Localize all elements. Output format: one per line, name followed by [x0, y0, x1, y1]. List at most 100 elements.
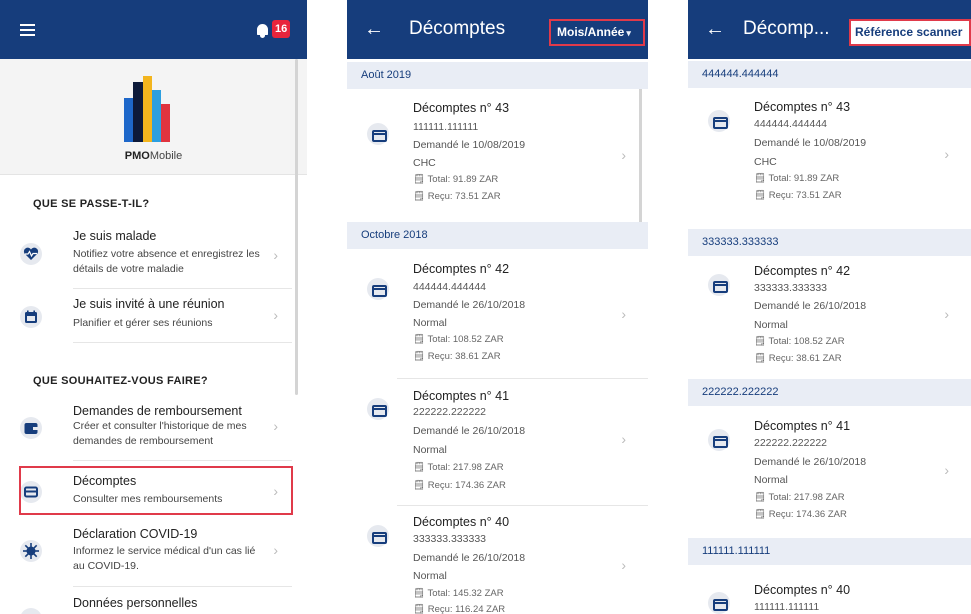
decompte-entry[interactable]: Décomptes n° 40 111111.111111 — [688, 583, 971, 614]
entry-date: Demandé le 26/10/2018 — [413, 552, 526, 564]
group-header: 444444.444444 — [688, 61, 971, 88]
receipt-icon: 🗒 — [413, 334, 428, 345]
month-year-filter-button[interactable]: Mois/Année ▾ — [549, 19, 645, 46]
decompte-entry[interactable]: Décomptes n° 41 222222.222222 Demandé le… — [347, 389, 648, 499]
menu-item-title: Je suis invité à une réunion — [73, 297, 225, 311]
decomptes-by-month-screen: ← Décomptes Mois/Année ▾ Août 2019 Décomp… — [347, 0, 648, 614]
card-icon — [708, 110, 730, 132]
menu-item-reimbursement-requests[interactable]: Demandes de remboursement Créer et consu… — [20, 404, 292, 454]
page-title: Décomptes — [409, 18, 506, 39]
calendar-icon — [20, 306, 42, 328]
card-icon — [708, 592, 730, 614]
scanner-reference-filter-button[interactable]: Référence scanner — [849, 19, 971, 46]
entry-received: 🗒 Reçu: 116.24 ZAR — [413, 604, 506, 614]
menu-item-title: Données personnelles — [73, 596, 198, 610]
entry-title: Décomptes n° 41 — [754, 419, 851, 433]
entry-received: 🗒 Reçu: 38.61 ZAR — [413, 351, 501, 362]
decomptes-app-bar: ← Décomp... Référence scanner — [688, 0, 971, 59]
card-icon — [367, 398, 389, 420]
entry-date: Demandé le 26/10/2018 — [754, 300, 867, 312]
entry-type: Normal — [413, 444, 447, 456]
decompte-entry[interactable]: Décomptes n° 41 222222.222222 Demandé le… — [688, 419, 971, 529]
receipt-icon: 🗒 — [413, 480, 428, 491]
decompte-entry[interactable]: Décomptes n° 43 444444.444444 Demandé le… — [688, 100, 971, 210]
home-app-bar: 16 — [0, 0, 307, 59]
divider — [397, 378, 648, 379]
notification-badge[interactable]: 16 — [272, 20, 291, 38]
group-header: Octobre 2018 — [347, 222, 648, 249]
chevron-right-icon: › — [621, 431, 626, 447]
highlight-box — [19, 466, 293, 515]
decomptes-by-reference-screen: ← Décomp... Référence scanner 444444.444… — [688, 0, 971, 614]
entry-date: Demandé le 26/10/2018 — [754, 456, 867, 468]
entry-total: 🗒 Total: 108.52 ZAR — [754, 336, 845, 347]
back-arrow-icon[interactable]: ← — [705, 17, 725, 41]
pmo-logo-graphic — [124, 76, 170, 142]
hamburger-menu-icon[interactable] — [20, 24, 35, 36]
chevron-right-icon: › — [273, 418, 278, 434]
receipt-icon: 🗒 — [413, 351, 428, 362]
menu-item-sick[interactable]: Je suis malade Notifiez votre absence et… — [20, 229, 292, 279]
decompte-entry[interactable]: Décomptes n° 43 111111.111111 Demandé le… — [347, 101, 648, 211]
chevron-right-icon: › — [273, 247, 278, 263]
decompte-entry[interactable]: Décomptes n° 42 444444.444444 Demandé le… — [347, 262, 648, 372]
entry-reference: 444444.444444 — [754, 118, 827, 130]
menu-item-title: Je suis malade — [73, 229, 157, 243]
menu-item-meeting[interactable]: Je suis invité à une réunion Planifier e… — [20, 297, 292, 333]
divider — [73, 342, 292, 343]
decompte-entry[interactable]: Décomptes n° 42 333333.333333 Demandé le… — [688, 264, 971, 374]
card-icon — [367, 278, 389, 300]
pmo-logo-text: PMOMobile — [124, 150, 183, 162]
pmo-logo-area: PMOMobile — [0, 59, 307, 175]
entry-total: 🗒 Total: 217.98 ZAR — [754, 492, 845, 503]
entry-date: Demandé le 26/10/2018 — [413, 299, 526, 311]
divider — [397, 505, 648, 506]
group-header: Août 2019 — [347, 62, 648, 89]
menu-item-subtitle: Informez le service médical d'un cas lié… — [73, 545, 256, 572]
section-title-actions: QUE SOUHAITEZ-VOUS FAIRE? — [33, 375, 208, 387]
entry-title: Décomptes n° 43 — [413, 101, 510, 115]
bell-icon[interactable] — [257, 24, 268, 38]
entry-type: Normal — [413, 570, 447, 582]
entry-total: 🗒 Total: 217.98 ZAR — [413, 462, 504, 473]
entry-title: Décomptes n° 42 — [413, 262, 510, 276]
entry-title: Décomptes n° 40 — [754, 583, 851, 597]
entry-date: Demandé le 10/08/2019 — [413, 139, 526, 151]
menu-item-personal-data[interactable]: Données personnelles — [20, 596, 292, 614]
menu-item-subtitle: Planifier et gérer ses réunions — [73, 317, 213, 329]
entry-total: 🗒 Total: 145.32 ZAR — [413, 588, 504, 599]
group-header: 333333.333333 — [688, 229, 971, 256]
entry-total: 🗒 Total: 91.89 ZAR — [754, 173, 840, 184]
page-title: Décomp... — [743, 18, 830, 39]
entry-reference: 111111.111111 — [754, 601, 820, 613]
receipt-icon: 🗒 — [754, 336, 769, 347]
entry-reference: 222222.222222 — [754, 437, 827, 449]
entry-reference: 333333.333333 — [754, 282, 827, 294]
divider — [73, 586, 292, 587]
entry-total: 🗒 Total: 108.52 ZAR — [413, 334, 504, 345]
group-header: 222222.222222 — [688, 379, 971, 406]
back-arrow-icon[interactable]: ← — [364, 17, 384, 41]
divider — [73, 288, 292, 289]
entry-received: 🗒 Reçu: 174.36 ZAR — [413, 480, 506, 491]
menu-item-subtitle: Créer et consulter l'historique de mes d… — [73, 420, 247, 447]
entry-date: Demandé le 26/10/2018 — [413, 425, 526, 437]
receipt-icon: 🗒 — [754, 353, 769, 364]
card-icon — [708, 429, 730, 451]
entry-reference: 333333.333333 — [413, 533, 486, 545]
scrollbar[interactable] — [295, 59, 298, 395]
receipt-icon: 🗒 — [413, 588, 428, 599]
receipt-icon: 🗒 — [413, 604, 428, 614]
receipt-icon: 🗒 — [754, 173, 769, 184]
entry-type: Normal — [754, 319, 788, 331]
menu-item-covid[interactable]: Déclaration COVID-19 Informez le service… — [20, 527, 292, 577]
receipt-icon: 🗒 — [754, 509, 769, 520]
entry-date: Demandé le 10/08/2019 — [754, 137, 867, 149]
person-icon — [20, 608, 42, 614]
entry-title: Décomptes n° 42 — [754, 264, 851, 278]
entry-type: CHC — [413, 157, 436, 169]
entry-type: CHC — [754, 156, 777, 168]
decompte-entry[interactable]: Décomptes n° 40 333333.333333 Demandé le… — [347, 515, 648, 614]
entry-type: Normal — [413, 317, 447, 329]
entry-title: Décomptes n° 43 — [754, 100, 851, 114]
